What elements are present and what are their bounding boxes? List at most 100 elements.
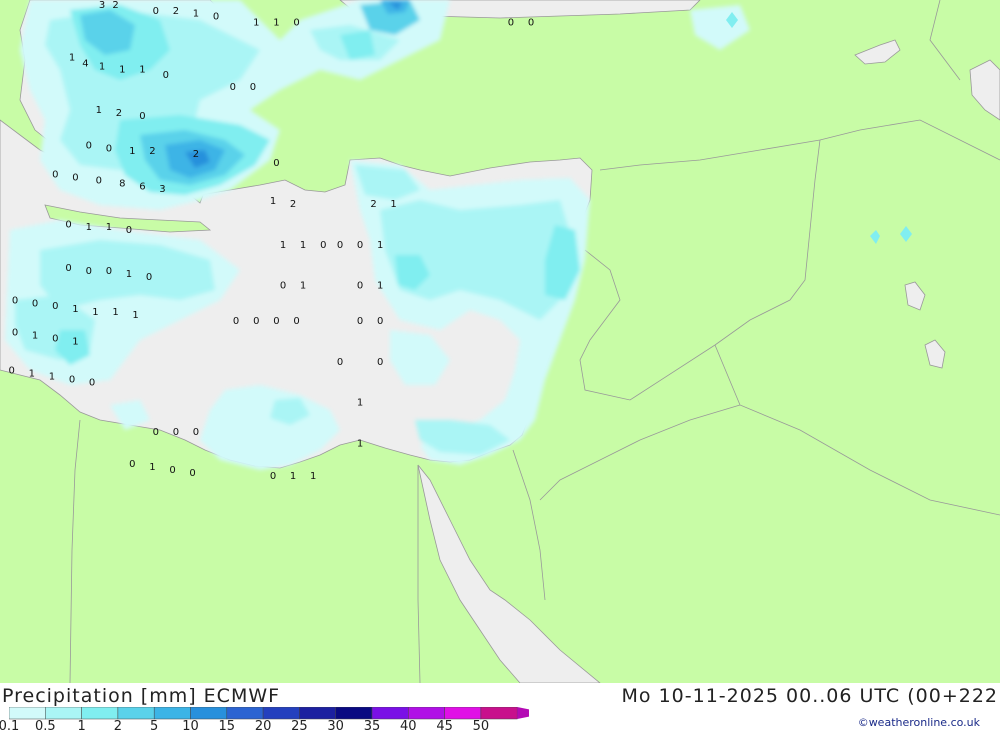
- precip-value-label: 0: [52, 333, 58, 344]
- precip-value-label: 0: [233, 316, 239, 327]
- precip-value-label: 1: [300, 240, 306, 251]
- precip-value-label: 1: [112, 307, 118, 318]
- precip-value-label: 1: [92, 307, 98, 318]
- precip-value-label: 1: [310, 471, 316, 482]
- precip-value-label: 0: [52, 170, 58, 181]
- precip-value-label: 2: [290, 199, 296, 210]
- precip-value-label: 1: [69, 53, 75, 64]
- precip-value-label: 0: [65, 263, 71, 274]
- precip-value-label: 1: [72, 336, 78, 347]
- precip-value-label: 4: [82, 58, 88, 69]
- precip-value-label: 1: [129, 146, 135, 157]
- legend-arrow: [517, 707, 529, 719]
- precip-value-label: 1: [270, 196, 276, 207]
- precip-value-label: 1: [290, 471, 296, 482]
- precip-value-label: 0: [129, 459, 135, 470]
- precip-value-label: 6: [139, 181, 145, 192]
- legend-label: 5: [150, 719, 159, 734]
- precip-value-label: 0: [169, 465, 175, 476]
- precip-value-label: 1: [126, 269, 132, 280]
- precip-value-label: 1: [132, 310, 138, 321]
- precip-value-label: 1: [390, 199, 396, 210]
- legend-swatch: [335, 707, 373, 720]
- credit-link[interactable]: ©weatheronline.co.uk: [858, 716, 980, 729]
- precip-value-label: 1: [193, 9, 199, 20]
- precip-value-label: 1: [32, 331, 38, 342]
- precip-value-label: 1: [377, 240, 383, 251]
- precip-value-label: 0: [9, 366, 15, 377]
- precip-value-label: 2: [193, 149, 199, 160]
- precip-value-label: 0: [189, 468, 195, 479]
- precip-value-label: 0: [163, 70, 169, 81]
- precip-value-label: 1: [99, 61, 105, 72]
- precip-value-label: 3: [159, 184, 165, 195]
- legend-label: 10: [182, 719, 199, 734]
- precip-value-label: 1: [273, 18, 279, 29]
- precipitation-legend-labels: 0.1 0.5 1 2 5 10 15 20 25 30 35 40 45 50: [0, 719, 520, 734]
- precip-value-label: 2: [149, 146, 155, 157]
- precip-value-label: 2: [370, 199, 376, 210]
- legend-label: 35: [363, 719, 381, 734]
- precip-value-label: 0: [106, 143, 112, 154]
- map-title: Precipitation [mm] ECMWF: [2, 685, 281, 707]
- precip-value-label: 0: [528, 18, 534, 29]
- precip-value-label: 8: [119, 178, 125, 189]
- legend-label: 0.5: [34, 719, 56, 734]
- legend-swatch: [444, 707, 482, 720]
- legend-label: 15: [218, 719, 236, 734]
- precip-value-label: 0: [377, 357, 383, 368]
- precip-value-label: 0: [230, 82, 236, 93]
- precip-value-label: 0: [193, 427, 199, 438]
- legend-label: 20: [254, 719, 272, 734]
- precip-value-label: 0: [126, 225, 132, 236]
- precip-value-label: 1: [280, 240, 286, 251]
- precip-value-label: 0: [86, 140, 92, 151]
- precip-value-label: 0: [293, 18, 299, 29]
- precip-value-label: 2: [112, 0, 118, 11]
- legend-swatch: [226, 707, 264, 720]
- precip-value-label: 2: [116, 108, 122, 119]
- precip-value-label: 1: [72, 304, 78, 315]
- legend-swatch: [81, 707, 119, 720]
- precip-value-label: 0: [69, 374, 75, 385]
- legend-label: 25: [291, 719, 308, 734]
- precip-value-label: 1: [300, 281, 306, 292]
- precip-value-label: 1: [149, 462, 155, 473]
- precip-value-label: 0: [72, 173, 78, 184]
- forecast-datetime: Mo 10-11-2025 00..06 UTC (00+222: [621, 685, 998, 707]
- precip-value-label: 0: [337, 240, 343, 251]
- precip-value-label: 1: [357, 398, 363, 409]
- legend-label: 50: [472, 719, 490, 734]
- precip-value-label: 0: [12, 328, 18, 339]
- precip-value-label: 1: [106, 222, 112, 233]
- legend-swatch: [262, 707, 300, 720]
- legend-label: 1: [77, 719, 86, 734]
- precip-value-label: 0: [96, 175, 102, 186]
- precip-value-label: 0: [273, 316, 279, 327]
- precip-value-label: 0: [293, 316, 299, 327]
- legend-label: 0.1: [0, 719, 20, 734]
- precip-value-label: 0: [280, 281, 286, 292]
- precip-value-label: 0: [86, 266, 92, 277]
- precip-value-label: 1: [96, 105, 102, 116]
- legend-swatch: [9, 707, 46, 720]
- precip-value-label: 0: [153, 427, 159, 438]
- legend-label: 40: [400, 719, 417, 734]
- precip-value-label: 0: [270, 471, 276, 482]
- precip-value-label: 0: [146, 272, 152, 283]
- precip-value-label: 1: [49, 371, 55, 382]
- precip-value-label: 0: [173, 427, 179, 438]
- precip-value-label: 0: [337, 357, 343, 368]
- precip-value-label: 0: [106, 266, 112, 277]
- legend-swatch: [190, 707, 228, 720]
- precip-value-label: 1: [119, 64, 125, 75]
- precip-value-label: 0: [357, 240, 363, 251]
- precip-value-label: 1: [86, 222, 92, 233]
- precip-value-label: 0: [273, 158, 279, 169]
- precip-value-label: 0: [32, 298, 38, 309]
- legend-swatch: [371, 707, 409, 720]
- precip-value-label: 0: [139, 111, 145, 122]
- precip-value-label: 3: [99, 0, 105, 11]
- precip-value-label: 0: [357, 281, 363, 292]
- precip-value-label: 0: [320, 240, 326, 251]
